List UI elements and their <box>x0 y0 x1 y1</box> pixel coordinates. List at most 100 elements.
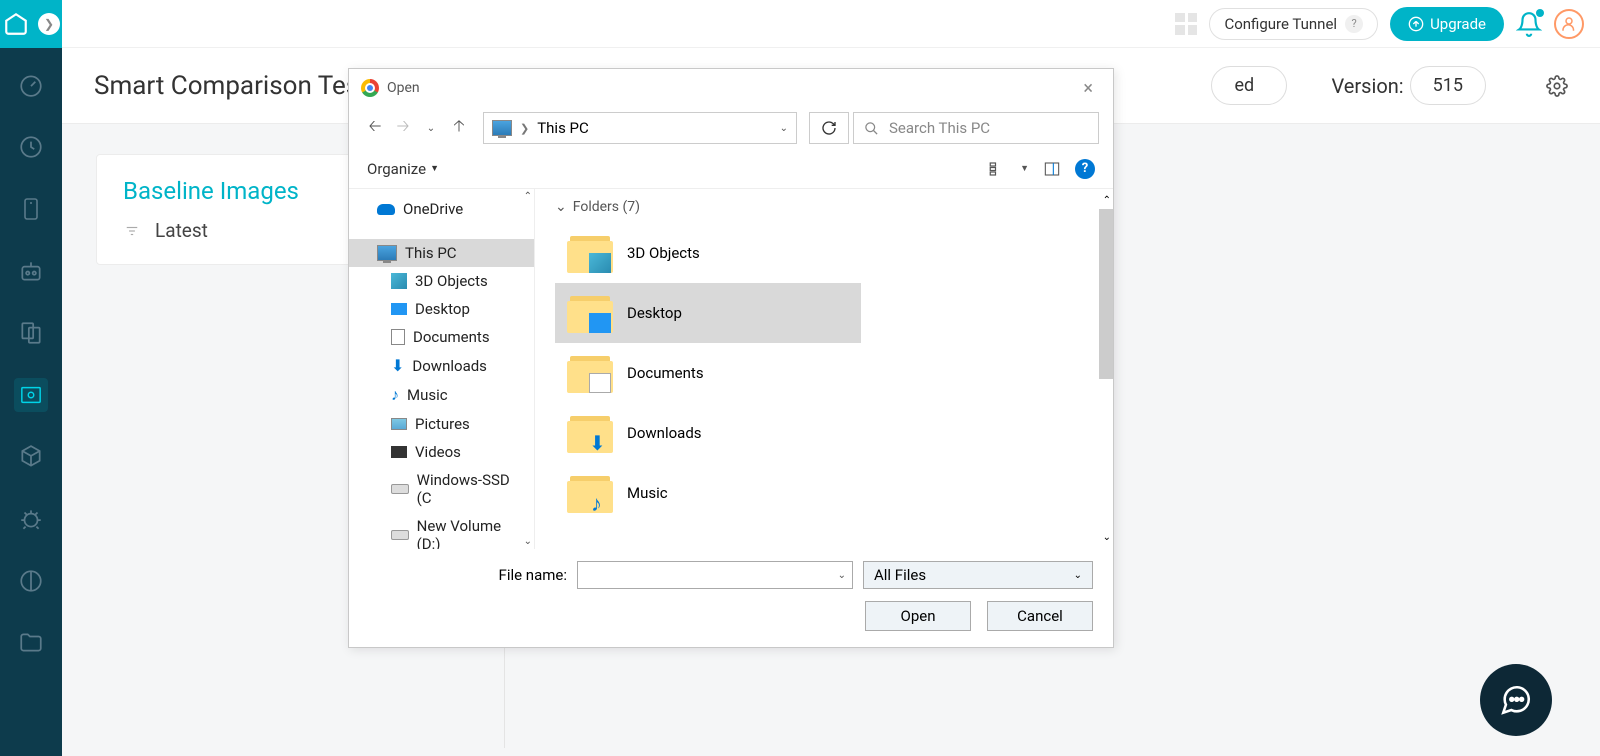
chevron-down-icon[interactable]: ⌄ <box>838 570 846 581</box>
3d-icon <box>589 253 611 273</box>
search-icon <box>864 121 879 136</box>
organize-button[interactable]: Organize ▼ <box>367 160 439 178</box>
refresh-button[interactable] <box>809 112 849 144</box>
sidebar-item-dashboard[interactable] <box>14 68 48 102</box>
tree-item-drive-c[interactable]: Windows-SSD (C <box>349 466 534 512</box>
text-input-fragment[interactable]: ed <box>1211 66 1287 105</box>
breadcrumb[interactable]: ❯ This PC ⌄ <box>483 112 797 144</box>
forward-button[interactable]: 🡢 <box>391 116 415 140</box>
filename-label: File name: <box>499 566 567 584</box>
tree-item-documents[interactable]: Documents <box>349 323 534 351</box>
tree-item-videos[interactable]: Videos <box>349 438 534 466</box>
back-button[interactable]: 🡠 <box>363 116 387 140</box>
topbar-right: Configure Tunnel ? Upgrade <box>1175 7 1584 41</box>
pc-icon <box>492 120 512 136</box>
document-icon <box>589 373 611 393</box>
recent-dropdown-icon[interactable]: ⌄ <box>419 116 443 140</box>
document-icon <box>391 329 405 345</box>
avatar[interactable] <box>1554 9 1584 39</box>
filetype-select[interactable]: All Files⌄ <box>863 561 1093 589</box>
dialog-body: ⌃ OneDrive This PC 3D Objects Desktop Do… <box>349 189 1113 549</box>
download-icon <box>589 433 611 453</box>
sidebar-item-copies[interactable] <box>14 316 48 350</box>
notifications-button[interactable] <box>1516 11 1542 37</box>
tree-item-onedrive[interactable]: OneDrive <box>349 195 534 223</box>
scroll-down-icon[interactable]: ⌄ <box>524 536 532 547</box>
chat-button[interactable] <box>1480 664 1552 736</box>
expand-sidebar-icon[interactable]: ❯ <box>38 13 60 35</box>
notification-dot-icon <box>1536 9 1544 17</box>
download-icon: ⬇ <box>391 356 404 375</box>
chevron-down-icon: ⌄ <box>555 199 567 215</box>
onedrive-icon <box>377 204 395 215</box>
preview-pane-button[interactable] <box>1041 158 1063 180</box>
folder-3dobjects[interactable]: 3D Objects <box>555 223 861 283</box>
tree-item-music[interactable]: ♪Music <box>349 380 534 410</box>
search-placeholder: Search This PC <box>889 119 990 137</box>
file-open-dialog: Open × 🡠 🡢 ⌄ 🡡 ❯ This PC ⌄ Search This P… <box>348 68 1114 648</box>
sidebar-item-files[interactable] <box>14 626 48 660</box>
cancel-button[interactable]: Cancel <box>987 601 1093 631</box>
help-icon[interactable]: ? <box>1345 15 1363 33</box>
sidebar-item-device[interactable] <box>14 192 48 226</box>
tree-item-desktop[interactable]: Desktop <box>349 295 534 323</box>
chrome-icon <box>361 79 379 97</box>
dialog-title: Open <box>387 80 420 96</box>
sidebar-item-visual[interactable] <box>14 378 48 412</box>
folder-panel: ⌃ ⌄Folders (7) 3D Objects Desktop Docume… <box>535 189 1113 549</box>
upgrade-button[interactable]: Upgrade <box>1390 7 1504 41</box>
drive-icon <box>391 484 409 494</box>
dialog-titlebar: Open × <box>349 69 1113 107</box>
pictures-icon <box>391 418 407 430</box>
videos-icon <box>391 446 407 458</box>
apps-grid-icon[interactable] <box>1175 13 1197 35</box>
folder-desktop[interactable]: Desktop <box>555 283 861 343</box>
chevron-down-icon[interactable]: ▼ <box>1020 163 1029 174</box>
up-button[interactable]: 🡡 <box>447 116 471 140</box>
scroll-down-icon[interactable]: ⌄ <box>1103 532 1111 543</box>
tree-panel: ⌃ OneDrive This PC 3D Objects Desktop Do… <box>349 189 535 549</box>
view-options-button[interactable] <box>986 158 1008 180</box>
desktop-icon <box>391 303 407 315</box>
scrollbar[interactable] <box>1099 209 1113 379</box>
configure-tunnel-label: Configure Tunnel <box>1224 15 1337 33</box>
help-button[interactable]: ? <box>1075 159 1095 179</box>
folder-documents[interactable]: Documents <box>555 343 861 403</box>
sidebar-item-bug[interactable] <box>14 502 48 536</box>
folders-header[interactable]: ⌄Folders (7) <box>555 199 1093 215</box>
close-button[interactable]: × <box>1075 78 1101 99</box>
app-logo-icon[interactable] <box>2 10 30 38</box>
sidebar-item-history[interactable] <box>14 130 48 164</box>
tree-item-thispc[interactable]: This PC <box>349 239 534 267</box>
version-label: Version: <box>1331 74 1403 98</box>
scroll-up-icon[interactable]: ⌃ <box>524 191 532 202</box>
tree-item-3dobjects[interactable]: 3D Objects <box>349 267 534 295</box>
filename-input[interactable]: ⌄ <box>577 561 853 589</box>
chevron-right-icon: ❯ <box>520 122 529 135</box>
filter-icon <box>123 224 141 238</box>
sidebar-item-3d[interactable] <box>14 440 48 474</box>
dialog-toolbar: Organize ▼ ▼ ? <box>349 149 1113 189</box>
chevron-down-icon: ▼ <box>430 163 439 174</box>
open-button[interactable]: Open <box>865 601 971 631</box>
music-icon: ♪ <box>391 385 399 405</box>
sidebar-item-compare[interactable] <box>14 564 48 598</box>
tree-item-downloads[interactable]: ⬇Downloads <box>349 351 534 380</box>
music-icon <box>589 493 611 513</box>
chevron-down-icon[interactable]: ⌄ <box>780 123 788 134</box>
folder-music[interactable]: Music <box>555 463 861 523</box>
logo-area: ❯ <box>0 0 62 48</box>
configure-tunnel-button[interactable]: Configure Tunnel ? <box>1209 8 1378 40</box>
gear-icon[interactable] <box>1546 75 1568 97</box>
scroll-up-icon[interactable]: ⌃ <box>1103 195 1111 206</box>
drive-icon <box>391 530 409 540</box>
folder-downloads[interactable]: Downloads <box>555 403 861 463</box>
version-input[interactable]: 515 <box>1410 66 1486 105</box>
topbar: ❯ Configure Tunnel ? Upgrade <box>0 0 1600 48</box>
tree-item-drive-d[interactable]: New Volume (D:) <box>349 512 534 549</box>
tree-item-pictures[interactable]: Pictures <box>349 410 534 438</box>
chevron-down-icon: ⌄ <box>1074 570 1082 581</box>
sidebar-item-automation[interactable] <box>14 254 48 288</box>
search-input[interactable]: Search This PC <box>853 112 1099 144</box>
desktop-icon <box>589 313 611 333</box>
